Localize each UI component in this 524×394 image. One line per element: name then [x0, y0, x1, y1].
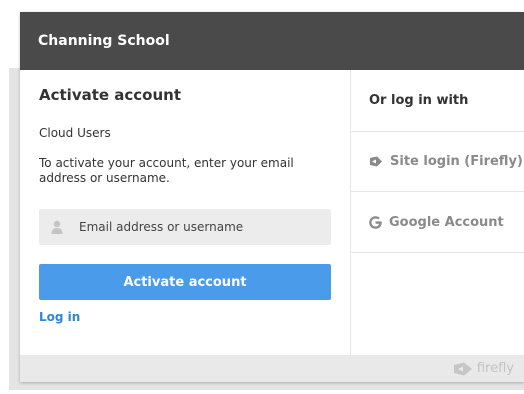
alt-login-heading: Or log in with	[351, 70, 524, 132]
activate-title: Activate account	[39, 86, 182, 104]
cloud-users-label: Cloud Users	[39, 126, 111, 140]
email-username-field[interactable]	[39, 209, 331, 245]
firefly-icon	[369, 156, 383, 167]
firefly-logo: firefly	[453, 361, 514, 376]
google-account-label: Google Account	[389, 215, 504, 230]
login-card: Channing School Activate account Cloud U…	[20, 12, 524, 382]
site-login-firefly-option[interactable]: Site login (Firefly)	[351, 132, 524, 192]
activate-account-button[interactable]: Activate account	[39, 264, 331, 300]
activate-panel: Activate account Cloud Users To activate…	[20, 70, 350, 355]
email-username-input[interactable]	[75, 209, 331, 245]
activate-description: To activate your account, enter your ema…	[39, 156, 294, 185]
alt-login-panel: Or log in with Site login (Firefly) Goog…	[351, 70, 524, 355]
site-login-label: Site login (Firefly)	[390, 154, 523, 169]
firefly-logo-icon	[453, 362, 472, 375]
card-header: Channing School	[20, 12, 524, 70]
log-in-link[interactable]: Log in	[39, 310, 80, 324]
google-account-option[interactable]: Google Account	[351, 193, 524, 253]
school-name: Channing School	[38, 33, 170, 49]
alt-login-heading-text: Or log in with	[369, 93, 469, 108]
user-icon	[39, 209, 75, 245]
card-footer: firefly	[20, 355, 524, 382]
firefly-brand-text: firefly	[476, 361, 514, 376]
google-g-icon	[369, 216, 382, 229]
